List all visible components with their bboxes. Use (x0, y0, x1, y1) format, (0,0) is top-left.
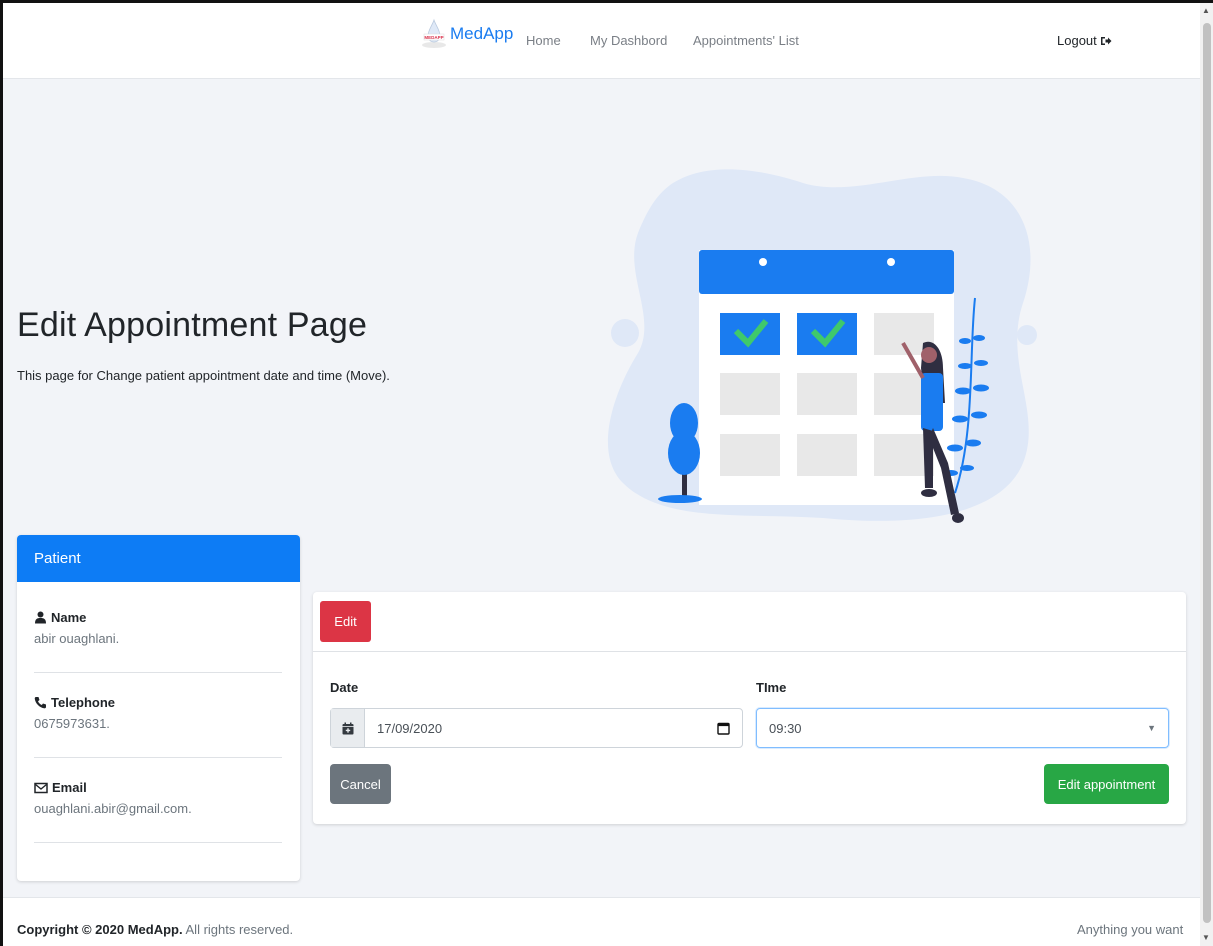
logout-label: Logout (1057, 33, 1097, 48)
calendar-plus-icon (331, 709, 365, 747)
date-value: 17/09/2020 (377, 720, 443, 736)
edit-badge: Edit (320, 601, 371, 642)
brand-link[interactable]: MEDAPP MedApp (420, 18, 513, 50)
navbar: MEDAPP MedApp Home My Dashbord Appointme… (3, 3, 1200, 79)
scroll-down-arrow-icon[interactable]: ▼ (1202, 933, 1210, 942)
copyright-rights: All rights reserved. (182, 922, 294, 937)
nav-home-link[interactable]: Home (526, 33, 561, 48)
envelope-icon (34, 782, 48, 793)
time-value: 09:30 (769, 720, 802, 736)
time-select[interactable]: 09:30 ▼ (756, 708, 1169, 748)
page-scrollbar[interactable]: ▲ ▼ (1200, 3, 1213, 946)
footer-right-text: Anything you want (1077, 922, 1184, 937)
user-icon (35, 611, 46, 624)
divider (34, 672, 282, 673)
nav-dashboard-link[interactable]: My Dashbord (590, 33, 667, 48)
logout-button[interactable]: Logout (1057, 33, 1112, 48)
phone-icon (34, 697, 46, 709)
date-input[interactable]: 17/09/2020 (365, 709, 742, 747)
edit-appointment-button[interactable]: Edit appointment (1044, 764, 1169, 804)
footer: Copyright © 2020 MedApp. All rights rese… (3, 897, 1200, 946)
patient-name-field: Name abir ouaghlani. (34, 610, 282, 646)
divider (34, 842, 282, 843)
page-title: Edit Appointment Page (17, 306, 368, 344)
copyright-text: Copyright © 2020 MedApp. All rights rese… (17, 922, 293, 937)
patient-email-label: Email (52, 780, 87, 795)
nav-appointments-list-link[interactable]: Appointments' List (693, 33, 799, 48)
cancel-button[interactable]: Cancel (330, 764, 391, 804)
brand-name[interactable]: MedApp (450, 24, 513, 44)
patient-card-header: Patient (17, 535, 300, 582)
date-input-group[interactable]: 17/09/2020 (330, 708, 743, 748)
patient-name-value: abir ouaghlani. (34, 631, 120, 646)
patient-phone-label: Telephone (51, 695, 116, 710)
time-label: TIme (756, 680, 787, 695)
svg-text:MEDAPP: MEDAPP (424, 35, 443, 40)
calendar-picker-icon[interactable] (717, 722, 730, 735)
patient-card: Patient Name abir ouaghlani. Telephone 0… (17, 535, 300, 881)
copyright-brand: Copyright © 2020 MedApp. (17, 922, 183, 937)
date-label: Date (330, 680, 359, 695)
patient-email-field: Email ouaghlani.abir@gmail.com. (34, 780, 282, 816)
scrollbar-thumb[interactable] (1203, 23, 1211, 923)
chevron-down-icon: ▼ (1147, 723, 1156, 733)
logout-icon (1100, 36, 1112, 45)
scroll-up-arrow-icon[interactable]: ▲ (1202, 6, 1210, 15)
medapp-logo-icon: MEDAPP (420, 18, 448, 50)
edit-appointment-card: Edit Date TIme 17/09/2020 09:30 ▼ Cancel… (313, 592, 1186, 824)
patient-phone-value: 0675973631. (34, 716, 110, 731)
patient-name-label: Name (51, 610, 87, 625)
patient-phone-field: Telephone 0675973631. (34, 695, 282, 731)
patient-email-value: ouaghlani.abir@gmail.com. (34, 801, 192, 816)
page-subtitle: This page for Change patient appointment… (17, 368, 390, 383)
calendar-illustration (603, 163, 1053, 543)
divider (34, 757, 282, 758)
edit-card-header: Edit (313, 592, 1186, 652)
